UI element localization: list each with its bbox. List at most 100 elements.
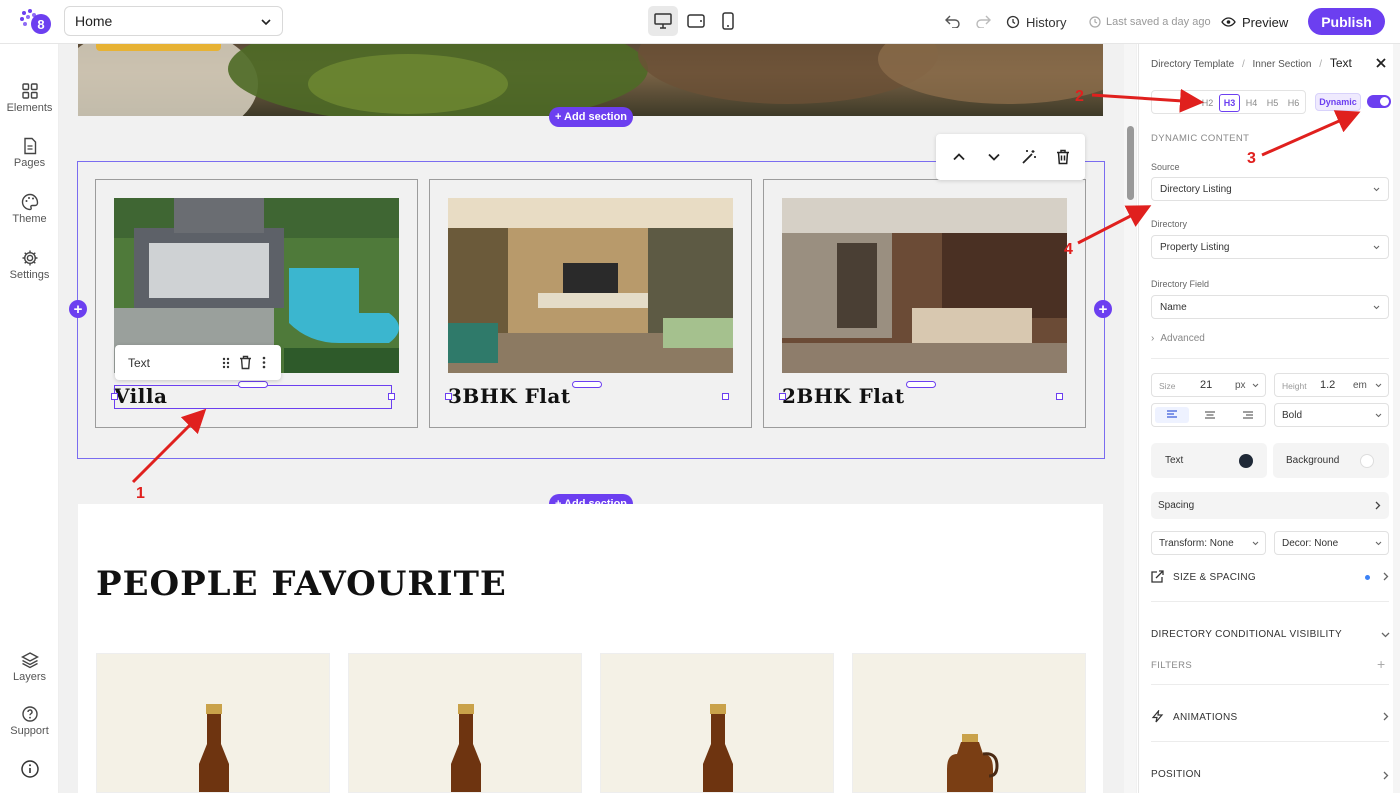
annotation-label: 4 <box>1064 241 1073 258</box>
scroll-thumb[interactable] <box>1127 126 1134 200</box>
heading-level-selector: H2 H3 H4 H5 H6 <box>1151 90 1306 114</box>
panel-scrollbar[interactable] <box>1393 44 1400 793</box>
sidebar-item-layers[interactable]: Layers <box>0 651 59 683</box>
conditional-visibility-row[interactable]: DIRECTORY CONDITIONAL VISIBILITY <box>1151 629 1390 640</box>
background-color-picker[interactable]: Background <box>1273 443 1389 478</box>
product-card[interactable] <box>600 653 834 793</box>
divider <box>1151 358 1389 359</box>
tablet-view-button[interactable] <box>681 6 711 36</box>
preview-button[interactable]: Preview <box>1221 0 1288 44</box>
chevron-right-icon <box>1375 501 1381 510</box>
align-right-icon[interactable] <box>1242 411 1254 421</box>
sidebar-item-settings[interactable]: Settings <box>0 249 59 281</box>
section-heading[interactable]: PEOPLE FAVOURITE <box>96 564 507 604</box>
redo-icon[interactable] <box>975 14 991 28</box>
info-icon[interactable] <box>20 759 40 779</box>
sidebar-item-theme[interactable]: Theme <box>0 193 59 225</box>
page-select[interactable]: Home <box>64 6 283 36</box>
divider <box>1151 741 1389 742</box>
close-icon[interactable] <box>1376 58 1386 68</box>
heading-h2-button[interactable]: H2 <box>1197 94 1218 112</box>
app-logo-icon[interactable]: 8 <box>18 7 52 35</box>
filters-label: FILTERS <box>1151 660 1193 671</box>
font-weight-select[interactable]: Bold <box>1274 403 1389 427</box>
top-bar: 8 Home History Last saved a day ago Prev… <box>0 0 1400 44</box>
canvas-scrollbar[interactable] <box>1124 44 1136 793</box>
card-title[interactable]: 3BHK Flat <box>448 384 571 408</box>
more-vertical-icon[interactable] <box>262 356 266 369</box>
trash-icon[interactable] <box>239 355 252 370</box>
source-select[interactable]: Directory Listing <box>1151 177 1389 201</box>
undo-icon[interactable] <box>945 14 961 28</box>
resize-handle[interactable] <box>722 393 729 400</box>
heading-label: H6 <box>1287 98 1300 108</box>
listing-card[interactable]: 3BHK Flat <box>429 179 752 428</box>
move-down-icon[interactable] <box>986 149 1002 165</box>
chevron-down-icon <box>261 19 271 26</box>
resize-handle[interactable] <box>906 381 936 388</box>
resize-handle[interactable] <box>779 393 786 400</box>
sidebar-item-elements[interactable]: Elements <box>0 82 59 114</box>
add-filter-button[interactable]: + <box>1377 656 1385 672</box>
resize-handle[interactable] <box>238 381 268 388</box>
resize-handle[interactable] <box>388 393 395 400</box>
selected-text-outline <box>114 385 392 409</box>
resize-handle[interactable] <box>445 393 452 400</box>
spacing-row[interactable]: Spacing <box>1151 492 1389 519</box>
transform-value: Transform: None <box>1159 538 1234 549</box>
advanced-toggle[interactable]: › Advanced <box>1151 333 1205 344</box>
breadcrumb-item[interactable]: Directory Template <box>1151 59 1234 70</box>
directory-select[interactable]: Property Listing <box>1151 235 1389 259</box>
history-button[interactable]: History <box>1006 0 1066 44</box>
gear-icon <box>22 250 37 266</box>
magic-wand-icon[interactable] <box>1021 149 1037 165</box>
add-column-left-button[interactable]: + <box>69 300 87 318</box>
chevron-right-icon <box>1383 572 1389 581</box>
text-transform-select[interactable]: Transform: None <box>1151 531 1266 555</box>
resize-handle[interactable] <box>1056 393 1063 400</box>
font-size-input[interactable]: Size 21 px <box>1151 373 1266 397</box>
directory-field-select[interactable]: Name <box>1151 295 1389 319</box>
listing-card[interactable]: 2BHK Flat <box>763 179 1086 428</box>
add-column-right-button[interactable]: + <box>1094 300 1112 318</box>
trash-icon[interactable] <box>1056 149 1070 165</box>
align-left-button[interactable] <box>1155 407 1189 423</box>
chevron-down-icon <box>1252 383 1259 388</box>
sidebar-item-support[interactable]: Support <box>0 705 59 737</box>
text-color-picker[interactable]: Text <box>1151 443 1267 478</box>
chevron-down-icon <box>1381 632 1390 638</box>
heading-label: H5 <box>1266 98 1279 108</box>
dynamic-toggle[interactable] <box>1367 95 1391 108</box>
history-label: History <box>1026 14 1067 30</box>
annotation-label: 2 <box>1075 88 1084 105</box>
heading-h5-button[interactable]: H5 <box>1262 94 1283 112</box>
chevron-down-icon <box>1375 383 1382 388</box>
add-section-button[interactable]: + Add section <box>549 107 633 127</box>
line-height-input[interactable]: Height 1.2 em <box>1274 373 1389 397</box>
divider <box>1151 601 1389 602</box>
size-value: 21 <box>1200 379 1213 391</box>
align-center-icon[interactable] <box>1204 411 1216 421</box>
mobile-icon <box>722 12 734 30</box>
sidebar-item-pages[interactable]: Pages <box>0 137 59 169</box>
card-title[interactable]: 2BHK Flat <box>782 384 905 408</box>
product-card[interactable] <box>348 653 582 793</box>
product-card[interactable] <box>852 653 1086 793</box>
move-up-icon[interactable] <box>951 149 967 165</box>
desktop-view-button[interactable] <box>648 6 678 36</box>
heading-h6-button[interactable]: H6 <box>1283 94 1304 112</box>
product-card[interactable] <box>96 653 330 793</box>
position-row[interactable]: POSITION <box>1151 769 1389 780</box>
text-decoration-select[interactable]: Decor: None <box>1274 531 1389 555</box>
mobile-view-button[interactable] <box>713 6 743 36</box>
heading-h4-button[interactable]: H4 <box>1241 94 1262 112</box>
heading-h3-button[interactable]: H3 <box>1219 94 1240 112</box>
breadcrumb-item[interactable]: Inner Section <box>1253 59 1312 70</box>
scroll-up-arrow[interactable] <box>1394 44 1400 50</box>
sidebar-item-label: Elements <box>6 102 53 114</box>
resize-handle[interactable] <box>111 393 118 400</box>
beer-bottle-image <box>703 704 733 792</box>
resize-handle[interactable] <box>572 381 602 388</box>
drag-handle-icon[interactable] <box>221 356 231 370</box>
publish-button[interactable]: Publish <box>1308 8 1385 35</box>
